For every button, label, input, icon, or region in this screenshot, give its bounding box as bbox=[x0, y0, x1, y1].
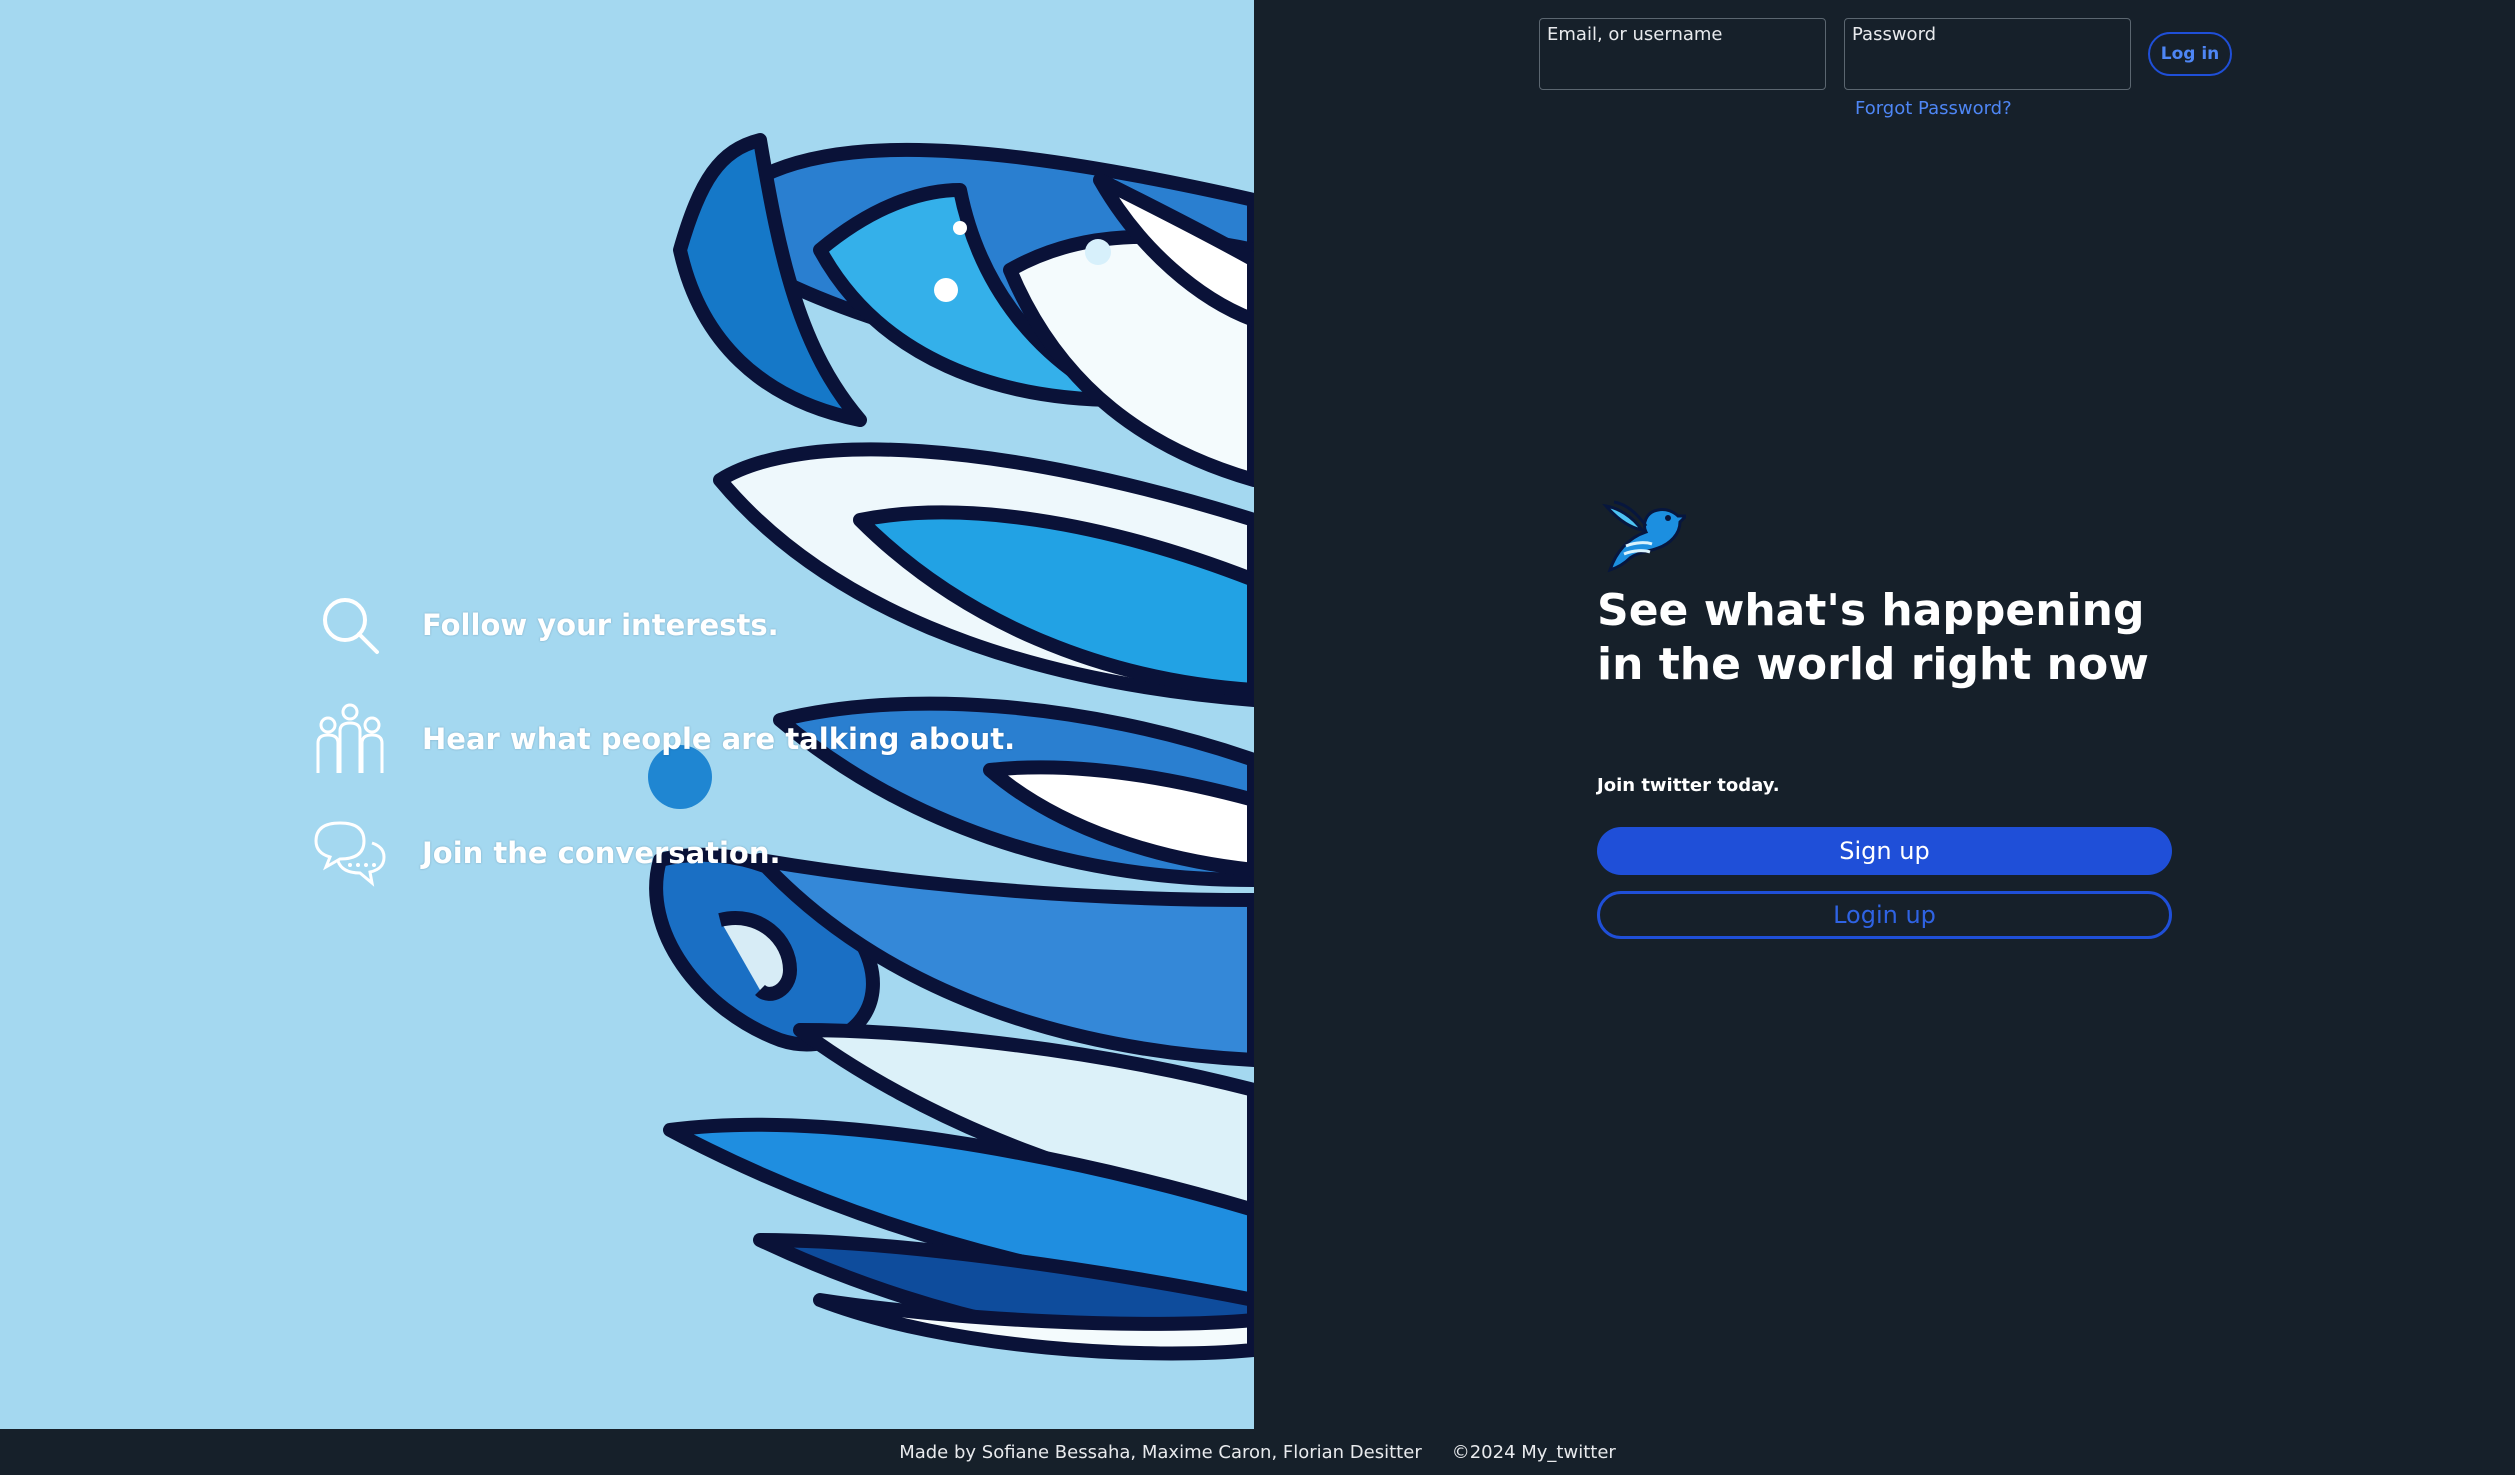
page-headline: See what's happening in the world right … bbox=[1597, 585, 2149, 690]
feature-follow-interests: Follow your interests. bbox=[310, 590, 779, 660]
feature-text: Follow your interests. bbox=[422, 608, 779, 642]
feature-text: Hear what people are talking about. bbox=[422, 722, 1016, 756]
forgot-password-link[interactable]: Forgot Password? bbox=[1855, 98, 2012, 119]
bird-logo-icon bbox=[1602, 498, 1690, 574]
feature-join-conversation: Join the conversation. bbox=[310, 818, 781, 888]
password-label: Password bbox=[1852, 24, 1937, 45]
join-text: Join twitter today. bbox=[1597, 775, 1780, 796]
signup-button[interactable]: Sign up bbox=[1597, 827, 2172, 875]
password-field[interactable]: Password bbox=[1844, 18, 2131, 90]
hero-section: Follow your interests. Hear what people … bbox=[0, 0, 1254, 1429]
login-button[interactable]: Login up bbox=[1597, 891, 2172, 939]
password-input[interactable] bbox=[1852, 53, 2120, 83]
header-login-button[interactable]: Log in bbox=[2148, 32, 2232, 76]
auth-panel: Email, or username Password Log in Forgo… bbox=[1254, 0, 2515, 1429]
footer-credits: Made by Sofiane Bessaha, Maxime Caron, F… bbox=[899, 1441, 1422, 1463]
footer: Made by Sofiane Bessaha, Maxime Caron, F… bbox=[0, 1429, 2515, 1475]
feature-text: Join the conversation. bbox=[422, 836, 781, 870]
people-icon bbox=[310, 703, 390, 774]
feature-hear-people: Hear what people are talking about. bbox=[310, 703, 1016, 774]
search-icon bbox=[310, 590, 390, 660]
chat-bubbles-icon bbox=[310, 818, 390, 888]
email-field[interactable]: Email, or username bbox=[1539, 18, 1826, 90]
email-label: Email, or username bbox=[1547, 24, 1723, 45]
email-input[interactable] bbox=[1547, 53, 1815, 83]
footer-copyright: ©2024 My_twitter bbox=[1451, 1441, 1616, 1463]
